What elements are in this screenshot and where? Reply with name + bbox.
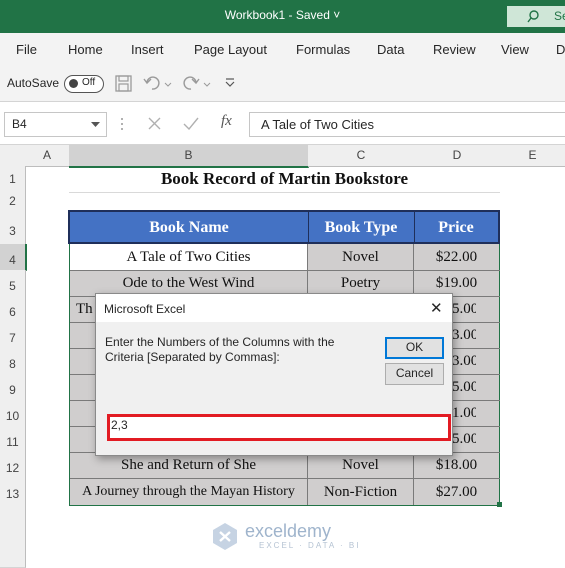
quick-access-toolbar: AutoSave Off	[0, 66, 565, 102]
toggle-knob	[69, 79, 78, 88]
cancel-entry-icon[interactable]	[148, 117, 161, 130]
criteria-input-value: 2,3	[111, 418, 128, 432]
autosave-state: Off	[82, 77, 96, 88]
search-icon	[527, 10, 539, 23]
row-header-6[interactable]: 6	[0, 296, 26, 323]
close-icon[interactable]: ✕	[430, 299, 443, 317]
watermark: exceldemy EXCEL · DATA · BI	[211, 520, 371, 554]
row-header-12[interactable]: 12	[0, 452, 26, 479]
row-header-1[interactable]: 1	[0, 166, 26, 193]
row-header-5[interactable]: 5	[0, 270, 26, 297]
autosave-toggle[interactable]: Off	[64, 75, 104, 93]
tab-insert[interactable]: Insert	[131, 42, 164, 57]
row-header-4[interactable]: 4	[0, 244, 27, 271]
insert-function-icon[interactable]: fx	[221, 113, 232, 130]
row-header-13[interactable]: 13	[0, 478, 26, 505]
separator-dots-icon	[121, 118, 123, 130]
cell-d9-partial[interactable]: 5.00	[452, 375, 476, 400]
tab-file[interactable]: File	[16, 42, 37, 57]
row-header-8[interactable]: 8	[0, 348, 26, 375]
save-icon[interactable]	[115, 75, 132, 92]
row-header-9[interactable]: 9	[0, 374, 26, 401]
tab-view[interactable]: View	[501, 42, 529, 57]
cell-d12[interactable]: $18.00	[414, 453, 499, 478]
tab-data[interactable]: Data	[377, 42, 404, 57]
row-header-10[interactable]: 10	[0, 400, 26, 427]
cell-b12[interactable]: She and Return of She	[70, 453, 307, 478]
ok-button[interactable]: OK	[385, 337, 444, 359]
autosave-label: AutoSave	[7, 76, 60, 90]
cell-d4[interactable]: $22.00	[414, 244, 499, 270]
cell-b13[interactable]: A Journey through the Mayan History	[70, 479, 307, 505]
cell-d6-partial[interactable]: 5.00	[452, 297, 476, 322]
watermark-name: exceldemy	[245, 521, 332, 541]
ribbon-tabs: File Home Insert Page Layout Formulas Da…	[0, 33, 565, 66]
tab-formulas[interactable]: Formulas	[296, 42, 350, 57]
cell-d13[interactable]: $27.00	[414, 479, 499, 505]
row-header-11[interactable]: 11	[0, 426, 26, 453]
column-header-a[interactable]: A	[25, 145, 70, 167]
formula-input[interactable]: A Tale of Two Cities	[249, 112, 565, 137]
tab-page-layout[interactable]: Page Layout	[194, 42, 267, 57]
title-bar: Workbook1 - Saved ˅ Se	[0, 0, 565, 33]
dialog-title: Microsoft Excel	[104, 302, 186, 316]
tab-developer[interactable]: D	[556, 42, 565, 57]
enter-check-icon[interactable]	[183, 117, 199, 130]
row-header-14[interactable]	[0, 504, 26, 531]
header-book-type[interactable]: Book Type	[308, 212, 415, 244]
cell-b4[interactable]: A Tale of Two Cities	[70, 244, 307, 270]
undo-icon[interactable]	[143, 75, 173, 92]
cell-d11-partial[interactable]: 5.00	[452, 427, 476, 452]
dialog-prompt: Enter the Numbers of the Columns with th…	[105, 335, 335, 364]
exceldemy-logo-icon	[213, 523, 237, 550]
tab-home[interactable]: Home	[68, 42, 103, 57]
chevron-down-icon[interactable]	[91, 122, 100, 128]
cell-d7-partial[interactable]: 3.00	[452, 323, 476, 348]
cancel-button[interactable]: Cancel	[385, 363, 444, 385]
cell-d10-partial[interactable]: 1.00	[452, 401, 476, 426]
tab-review[interactable]: Review	[433, 42, 476, 57]
row-header-7[interactable]: 7	[0, 322, 26, 349]
header-book-name[interactable]: Book Name	[70, 212, 309, 244]
sheet-title[interactable]: Book Record of Martin Bookstore	[69, 166, 500, 193]
watermark-tagline: EXCEL · DATA · BI	[259, 541, 361, 550]
input-dialog: Microsoft Excel ✕ Enter the Numbers of t…	[95, 293, 453, 456]
header-price[interactable]: Price	[414, 212, 498, 244]
window-title[interactable]: Workbook1 - Saved ˅	[0, 8, 565, 22]
fill-handle[interactable]	[497, 502, 502, 507]
formula-bar: B4 fx A Tale of Two Cities	[0, 102, 565, 145]
column-header-d[interactable]: D	[414, 145, 501, 167]
select-all-corner[interactable]	[0, 145, 26, 167]
column-header-e[interactable]: E	[500, 145, 565, 167]
row-header-15[interactable]	[0, 530, 26, 568]
cell-b6-partial[interactable]: Th	[76, 297, 96, 322]
search-box[interactable]: Se	[507, 6, 565, 27]
column-header-c[interactable]: C	[308, 145, 415, 167]
cell-c4[interactable]: Novel	[308, 244, 413, 270]
redo-icon[interactable]	[182, 75, 212, 92]
row-header-2[interactable]: 2	[0, 192, 26, 211]
cell-c13[interactable]: Non-Fiction	[308, 479, 413, 505]
search-label: Se	[554, 9, 565, 23]
dialog-body: Enter the Numbers of the Columns with th…	[96, 322, 452, 455]
name-box-value: B4	[12, 117, 27, 131]
column-header-b[interactable]: B	[69, 145, 309, 168]
row-header-3[interactable]: 3	[0, 210, 26, 245]
criteria-input[interactable]: 2,3	[107, 414, 451, 441]
formula-value: A Tale of Two Cities	[261, 117, 374, 132]
name-box[interactable]: B4	[4, 112, 107, 137]
customize-qat-icon[interactable]	[224, 77, 236, 89]
cell-c12[interactable]: Novel	[308, 453, 413, 478]
cell-d8-partial[interactable]: 3.00	[452, 349, 476, 374]
